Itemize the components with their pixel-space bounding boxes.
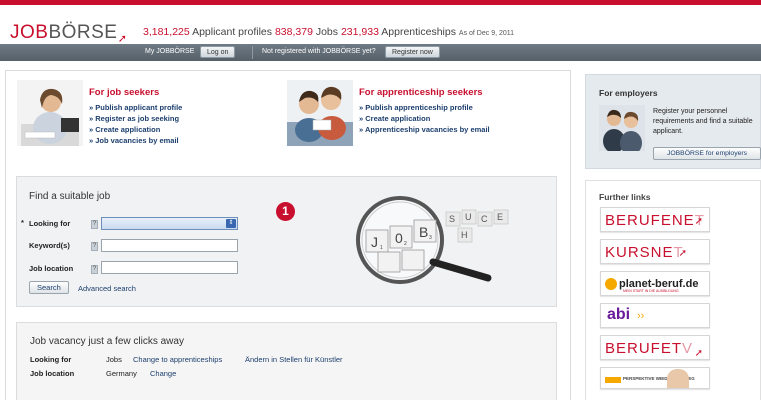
apprenticeships-label: Apprenticeships <box>381 26 456 38</box>
magnifier-cubes-illustration: S U C E H J 0 B 1 2 3 <box>356 196 509 284</box>
cube-letter: E <box>497 212 503 222</box>
change-to-apprenticeships-link[interactable]: Change to apprenticeships <box>133 355 222 364</box>
job-seekers-links: Publish applicant profile Register as jo… <box>89 102 182 146</box>
further-links-box: Further links BERUFENET ➚ KURSNET ➚ plan… <box>585 180 761 400</box>
perspektive-wiedereinstieg-link[interactable]: PERSPEKTIVE WIEDEREINSTIEG <box>600 367 710 389</box>
quick-vacancy-box: Job vacancy just a few clicks away Looki… <box>16 322 557 400</box>
link-create-application-apprentice[interactable]: Create application <box>359 113 490 124</box>
person-photo <box>667 369 689 388</box>
cube-letter: B <box>419 224 428 240</box>
job-location-value: Germany <box>106 369 137 378</box>
kursnet-logo: KURSNET <box>605 244 684 261</box>
employers-box: For employers Register your personnel re… <box>585 74 761 169</box>
cube-letter: C <box>481 214 488 224</box>
employers-photo <box>599 105 645 151</box>
help-icon[interactable]: ? <box>91 242 98 251</box>
planet-beruf-link[interactable]: planet-beruf.de MEIN START IN DIE AUSBIL… <box>600 271 710 296</box>
site-statistics: 3,181,225 Applicant profiles 838,379 Job… <box>143 26 514 38</box>
navbar-divider <box>252 46 253 59</box>
required-marker: * <box>21 218 24 227</box>
login-button[interactable]: Log on <box>200 46 236 58</box>
quick-vacancy-title: Job vacancy just a few clicks away <box>30 336 184 347</box>
berufetv-logo: BERUFETV <box>605 340 694 357</box>
apprenticeship-seekers-title: For apprenticeship seekers <box>359 87 483 98</box>
employers-description: Register your personnel requirements and… <box>653 108 753 135</box>
applicants-label: Applicant profiles <box>192 26 273 38</box>
select-arrow-icon: ⇕ <box>226 219 236 228</box>
help-icon[interactable]: ? <box>91 220 98 229</box>
sun-icon <box>605 278 617 290</box>
apprenticeships-count: 231,933 <box>340 26 379 38</box>
applicants-count: 3,181,225 <box>143 26 190 38</box>
job-seeker-photo <box>17 80 83 146</box>
looking-for-label: Looking for <box>29 219 71 228</box>
looking-for-label: Looking for <box>30 355 72 364</box>
cube-subscript: 1 <box>380 245 383 251</box>
employers-title: For employers <box>599 88 658 98</box>
jobborse-employers-button[interactable]: JOBBÖRSE for employers <box>653 147 761 160</box>
as-of-date: As of Dec 9, 2011 <box>458 30 515 37</box>
not-registered-text: Not registered with JOBBÖRSE yet? <box>262 48 376 55</box>
abi-link[interactable]: abi ›› <box>600 303 710 328</box>
kursnet-link[interactable]: KURSNET ➚ <box>600 239 710 264</box>
berufenet-link[interactable]: BERUFENET ➚ <box>600 207 710 232</box>
cube-subscript: 3 <box>429 235 432 241</box>
abi-logo: abi <box>607 306 631 323</box>
job-location-label: Job location <box>29 264 74 273</box>
register-button[interactable]: Register now <box>385 46 440 58</box>
search-button[interactable]: Search <box>29 281 69 294</box>
cursor-icon: ➚ <box>694 216 703 227</box>
link-job-vacancies-email[interactable]: Job vacancies by email <box>89 135 182 146</box>
berufetv-link[interactable]: BERUFETV ➚ <box>600 335 710 360</box>
cursor-icon: ➚ <box>678 248 687 259</box>
apprenticeship-seekers-photo <box>287 80 353 146</box>
help-icon[interactable]: ? <box>91 265 98 274</box>
keywords-input[interactable] <box>101 239 238 252</box>
link-apprenticeship-vacancies-email[interactable]: Apprenticeship vacancies by email <box>359 124 490 135</box>
jobs-label: Jobs <box>315 26 339 38</box>
link-register-job-seeking[interactable]: Register as job seeking <box>89 113 182 124</box>
annotation-marker: 1 <box>276 202 295 221</box>
cursor-icon: ➚ <box>694 348 703 359</box>
arrow-icon <box>605 377 621 383</box>
job-seekers-title: For job seekers <box>89 87 160 98</box>
planet-beruf-tagline: MEIN START IN DIE AUSBILDUNG <box>623 289 679 293</box>
link-publish-applicant-profile[interactable]: Publish applicant profile <box>89 102 182 113</box>
job-search-title: Find a suitable job <box>29 191 111 202</box>
cube-letter: H <box>461 230 468 240</box>
cube-subscript: 2 <box>404 241 407 247</box>
job-location-input[interactable] <box>101 261 238 274</box>
change-location-link[interactable]: Change <box>150 369 176 378</box>
cube-letter: J <box>371 234 378 250</box>
account-navbar: My JOBBÖRSE Log on Not registered with J… <box>0 44 761 61</box>
my-jobborse-label: My JOBBÖRSE <box>145 48 195 55</box>
jobs-count: 838,379 <box>274 26 313 38</box>
jobborse-logo[interactable]: JOBBÖRSE ➚ <box>10 22 127 45</box>
right-sidebar: For employers Register your personnel re… <box>585 74 761 400</box>
advanced-search-link[interactable]: Advanced search <box>78 284 136 293</box>
job-location-label: Job location <box>30 369 75 378</box>
apprenticeship-seekers-links: Publish apprenticeship profile Create ap… <box>359 102 490 135</box>
looking-for-select[interactable]: ⇕ <box>101 217 238 230</box>
cube-letter: 0 <box>395 230 403 246</box>
link-publish-apprenticeship-profile[interactable]: Publish apprenticeship profile <box>359 102 490 113</box>
looking-for-value: Jobs <box>106 355 122 364</box>
keywords-label: Keyword(s) <box>29 241 70 250</box>
double-arrow-icon: ›› <box>637 310 645 322</box>
berufenet-logo: BERUFENET <box>605 212 705 229</box>
change-to-artists-link[interactable]: Ändern in Stellen für Künstler <box>245 355 343 364</box>
link-create-application[interactable]: Create application <box>89 124 182 135</box>
site-header: JOBBÖRSE ➚ 3,181,225 Applicant profiles … <box>0 5 761 45</box>
cube-letter: S <box>449 214 455 224</box>
cube-letter: U <box>465 212 472 222</box>
further-links-title: Further links <box>599 192 651 202</box>
